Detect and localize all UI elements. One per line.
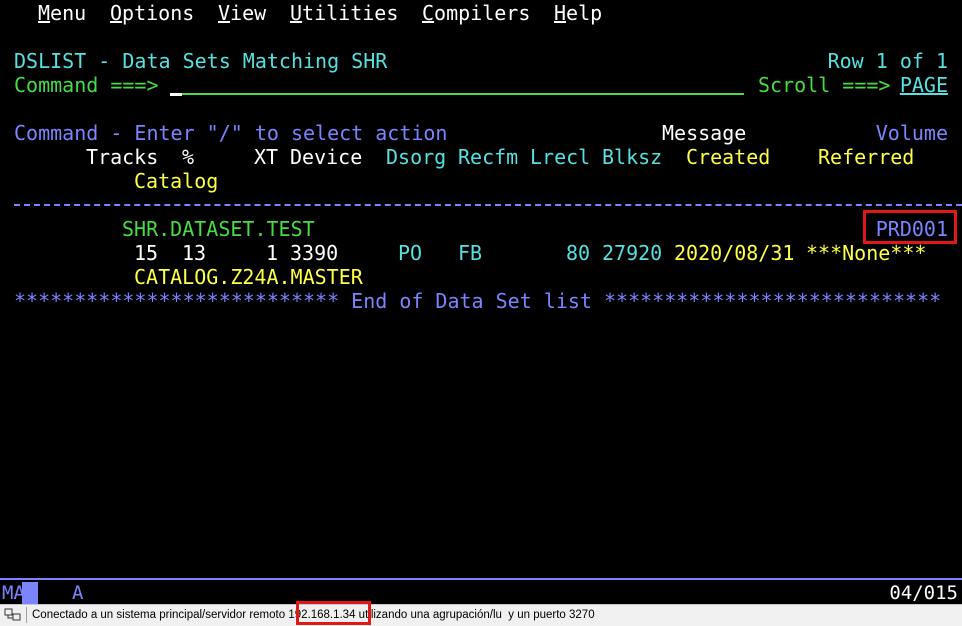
ip-highlight-box: [296, 601, 371, 625]
connection-icon: [4, 608, 21, 621]
column-header-percent: %: [182, 145, 195, 169]
column-header-tracks: Tracks: [86, 145, 159, 169]
terminal-screen[interactable]: Menu Options View Utilities Compilers He…: [0, 0, 962, 580]
column-header-row-3: Catalog: [14, 169, 218, 193]
scroll-amount-field[interactable]: PAGE: [900, 73, 948, 97]
dataset-recfm: FB: [458, 241, 483, 265]
volume-highlight-box: [863, 210, 957, 244]
dataset-tracks: 15: [134, 241, 159, 265]
command-label: Command ===>: [14, 73, 159, 97]
dataset-attributes-row: 15 13 1 3390 PO FB 80 27920 2020/08/31 *…: [14, 241, 948, 265]
menu-item-compilers[interactable]: Compilers: [422, 1, 530, 25]
menu-item-utilities[interactable]: Utilities: [290, 1, 398, 25]
column-header-referred: Referred: [818, 145, 915, 169]
dataset-percent: 13: [182, 241, 207, 265]
column-header-device: Device: [290, 145, 363, 169]
dataset-blksz: 27920: [602, 241, 663, 265]
menu-item-help[interactable]: Help: [554, 1, 602, 25]
menu-item-menu[interactable]: Menu: [38, 1, 86, 25]
dataset-dsorg: PO: [398, 241, 423, 265]
menu-item-view[interactable]: View: [218, 1, 266, 25]
status-separator: [26, 607, 27, 623]
dataset-catalog-row: CATALOG.Z24A.MASTER: [14, 265, 363, 289]
dataset-device: 3390: [290, 241, 339, 265]
panel-title: DSLIST - Data Sets Matching SHR: [14, 49, 388, 73]
end-of-list: *************************** End of Data …: [14, 289, 941, 313]
dataset-lrecl: 80: [566, 241, 591, 265]
dataset-row: SHR.DATASET.TEST PRD001: [14, 217, 948, 241]
column-header-created: Created: [686, 145, 771, 169]
dataset-xt: 1: [266, 241, 279, 265]
dataset-name[interactable]: SHR.DATASET.TEST: [122, 217, 315, 241]
row-indicator: Row 1 of 1: [827, 49, 948, 73]
header-separator: [14, 204, 962, 206]
status-message-prefix: Conectado a un sistema principal/servido…: [32, 609, 289, 621]
session-mode: A: [72, 582, 84, 604]
action-instructions: Command - Enter "/" to select action: [14, 121, 448, 145]
dataset-catalog: CATALOG.Z24A.MASTER: [134, 265, 363, 289]
dataset-referred: ***None***: [806, 241, 927, 265]
column-header-blksz: Blksz: [602, 145, 663, 169]
column-header-row-1: Command - Enter "/" to select action Mes…: [14, 121, 948, 145]
status-bar: Conectado a un sistema principal/servido…: [0, 604, 962, 626]
column-header-message: Message: [662, 121, 747, 145]
dataset-action-field[interactable]: [14, 217, 110, 241]
command-row: Command ===> Scroll ===> PAGE: [14, 73, 948, 97]
dataset-created: 2020/08/31: [674, 241, 795, 265]
column-header-xt: XT: [254, 145, 279, 169]
end-of-list-text: *************************** End of Data …: [14, 289, 942, 313]
status-message-suffix: utilizando una agrupación/lu y un puerto…: [355, 609, 595, 621]
column-header-dsorg: Dsorg: [386, 145, 447, 169]
column-header-volume: Volume: [875, 121, 948, 145]
operator-info-area: MA A 04/015: [0, 578, 962, 606]
column-header-lrecl: Lrecl: [530, 145, 591, 169]
column-header-catalog: Catalog: [134, 169, 219, 193]
cursor-position: 04/015: [889, 582, 958, 604]
column-header-row-2: Tracks % XT Device Dsorg Recfm Lrecl Blk…: [14, 145, 948, 169]
menu-item-options[interactable]: Options: [110, 1, 194, 25]
text-cursor: [170, 93, 182, 96]
panel-title-row: DSLIST - Data Sets Matching SHR Row 1 of…: [14, 49, 948, 73]
scroll-label: Scroll ===>: [758, 73, 891, 97]
menu-bar: Menu Options View Utilities Compilers He…: [38, 1, 602, 25]
ma-indicator: MA: [2, 582, 25, 604]
column-header-recfm: Recfm: [458, 145, 519, 169]
command-input-underline: [170, 93, 744, 95]
